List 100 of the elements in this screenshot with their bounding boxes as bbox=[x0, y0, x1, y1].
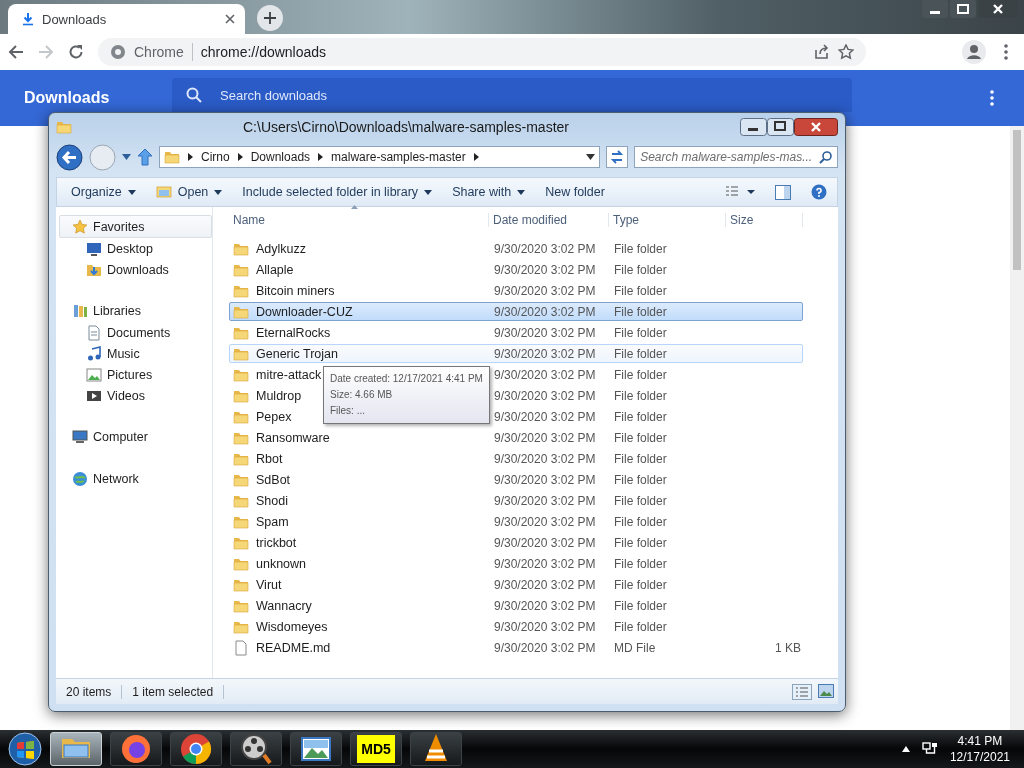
toolbar-button[interactable]: Share with bbox=[450, 183, 528, 201]
nav-item[interactable]: Desktop bbox=[56, 238, 212, 259]
scrollbar[interactable] bbox=[1010, 126, 1024, 730]
file-name: Spam bbox=[256, 514, 289, 529]
taskbar-button[interactable] bbox=[170, 732, 222, 766]
close-icon[interactable] bbox=[794, 118, 838, 136]
date-cell-text: 9/30/2020 3:02 PM bbox=[493, 388, 597, 403]
toolbar-button[interactable]: Include selected folder in library bbox=[240, 183, 435, 201]
toolbar-button[interactable]: Organize bbox=[69, 183, 138, 201]
new-tab-button[interactable] bbox=[257, 5, 283, 31]
column-header[interactable]: Date modified bbox=[489, 213, 609, 227]
file-name: Adylkuzz bbox=[256, 241, 307, 256]
type-cell-text: MD File bbox=[613, 640, 657, 655]
column-header[interactable]: Size bbox=[726, 213, 803, 227]
chevron-icon bbox=[318, 153, 324, 161]
browser-tab[interactable]: Downloads bbox=[8, 4, 245, 34]
nav-item[interactable]: Downloads bbox=[56, 259, 212, 280]
minimize-icon[interactable] bbox=[922, 0, 948, 18]
taskbar-button[interactable] bbox=[230, 732, 282, 766]
type-cell-text: File folder bbox=[613, 388, 668, 403]
type-cell-text: File folder bbox=[613, 325, 668, 340]
type-cell-text: File folder bbox=[613, 262, 668, 277]
preview-pane-icon[interactable] bbox=[775, 184, 791, 200]
column-header[interactable]: Type bbox=[609, 213, 726, 227]
caret-icon[interactable] bbox=[901, 746, 910, 752]
back-icon[interactable] bbox=[8, 44, 24, 60]
refresh-icon[interactable] bbox=[606, 146, 629, 168]
file-name: EternalRocks bbox=[256, 325, 331, 340]
address-bar[interactable]: Cirno Downloads malware-samples-master bbox=[159, 146, 601, 168]
sort-caret-icon bbox=[351, 205, 358, 209]
back-icon[interactable] bbox=[56, 143, 83, 171]
folder-icon bbox=[56, 119, 72, 135]
nav-item[interactable]: Videos bbox=[56, 385, 212, 406]
nav-item[interactable]: Documents bbox=[56, 322, 212, 343]
search-field[interactable]: Search malware-samples-mas... bbox=[634, 146, 838, 168]
window-icon bbox=[155, 184, 172, 200]
nav-item[interactable]: Music bbox=[56, 343, 212, 364]
address-bar[interactable]: Chrome chrome://downloads bbox=[98, 38, 866, 66]
type-cell-text: File folder bbox=[613, 619, 668, 634]
profile-avatar-icon[interactable] bbox=[962, 40, 986, 64]
breadcrumb-item[interactable]: Downloads bbox=[250, 150, 311, 164]
file-name: Bitcoin miners bbox=[256, 283, 335, 298]
date-cell-text: 9/30/2020 3:02 PM bbox=[493, 451, 597, 466]
date-cell-text: 9/30/2020 3:02 PM bbox=[493, 262, 597, 277]
breadcrumb-item[interactable]: Cirno bbox=[201, 150, 230, 164]
taskbar-button[interactable] bbox=[110, 732, 162, 766]
nav-item[interactable]: Libraries bbox=[59, 299, 212, 322]
computer-icon bbox=[72, 428, 88, 445]
close-icon[interactable] bbox=[225, 14, 235, 24]
type-cell-text: File folder bbox=[613, 367, 668, 382]
taskbar-button[interactable] bbox=[410, 732, 462, 766]
taskbar-button[interactable]: MD5 bbox=[350, 732, 402, 766]
details-view-icon[interactable] bbox=[725, 186, 755, 198]
large-icons-view-icon[interactable] bbox=[818, 683, 834, 698]
clock[interactable]: 4:41 PM 12/17/2021 bbox=[949, 734, 1010, 764]
selected-file-row[interactable]: Downloader-CUZ 9/30/2020 3:02 PM File folder bbox=[229, 302, 803, 321]
chevron-icon bbox=[188, 153, 193, 161]
help-icon[interactable] bbox=[811, 184, 827, 200]
nav-item[interactable]: Computer bbox=[59, 425, 212, 448]
restore-icon[interactable] bbox=[950, 0, 976, 18]
date-cell-text: 9/30/2020 3:02 PM bbox=[493, 241, 597, 256]
column-header[interactable]: Name bbox=[229, 213, 489, 227]
documents-icon bbox=[86, 324, 102, 341]
taskbar-button[interactable] bbox=[290, 732, 342, 766]
breadcrumb-item[interactable]: malware-samples-master bbox=[331, 150, 466, 164]
maximize-icon[interactable] bbox=[767, 118, 794, 136]
date-cell-text: 9/30/2020 3:02 PM bbox=[493, 409, 597, 424]
date-cell-text: 9/30/2020 3:02 PM bbox=[493, 325, 597, 340]
share-icon[interactable] bbox=[814, 44, 830, 60]
up-arrow-icon[interactable] bbox=[137, 148, 153, 166]
file-icon bbox=[233, 639, 249, 656]
star-icon[interactable] bbox=[838, 44, 854, 60]
date-cell-text: 9/30/2020 3:02 PM bbox=[493, 577, 597, 592]
nav-item[interactable]: Network bbox=[59, 467, 212, 490]
toolbar-button[interactable]: Open bbox=[153, 182, 225, 202]
pictures-icon bbox=[86, 366, 102, 383]
menu-icon[interactable] bbox=[1004, 44, 1008, 60]
file-info-tooltip: Date created: 12/17/2021 4:41 PM Size: 4.66 MB Files: ... bbox=[323, 366, 490, 424]
status-text: 1 item selected bbox=[122, 684, 225, 699]
hovered-file-row[interactable]: Generic Trojan 9/30/2020 3:02 PM File folder bbox=[229, 344, 803, 363]
caret-icon bbox=[517, 189, 526, 195]
nav-item[interactable]: Pictures bbox=[56, 364, 212, 385]
caret-icon[interactable] bbox=[586, 154, 596, 160]
search-field[interactable]: Search downloads bbox=[172, 78, 852, 112]
file-name: SdBot bbox=[256, 472, 291, 487]
file-name: Wisdomeyes bbox=[256, 619, 328, 634]
folder-icon bbox=[164, 149, 180, 165]
nav-item[interactable]: Favorites bbox=[59, 215, 212, 238]
music-icon bbox=[86, 345, 102, 362]
toolbar-button[interactable]: New folder bbox=[543, 183, 607, 201]
network-icon[interactable] bbox=[921, 741, 938, 757]
status-text: 20 items bbox=[56, 684, 123, 699]
type-cell-text: File folder bbox=[613, 304, 668, 319]
start-button-icon[interactable] bbox=[8, 732, 42, 766]
reload-icon[interactable] bbox=[68, 44, 84, 60]
minimize-icon[interactable] bbox=[740, 118, 767, 136]
browser-icon bbox=[178, 731, 214, 767]
date-cell-text: 9/30/2020 3:02 PM bbox=[493, 367, 597, 382]
date-cell-text: 9/30/2020 3:02 PM bbox=[493, 598, 597, 613]
menu-icon[interactable] bbox=[990, 90, 994, 106]
